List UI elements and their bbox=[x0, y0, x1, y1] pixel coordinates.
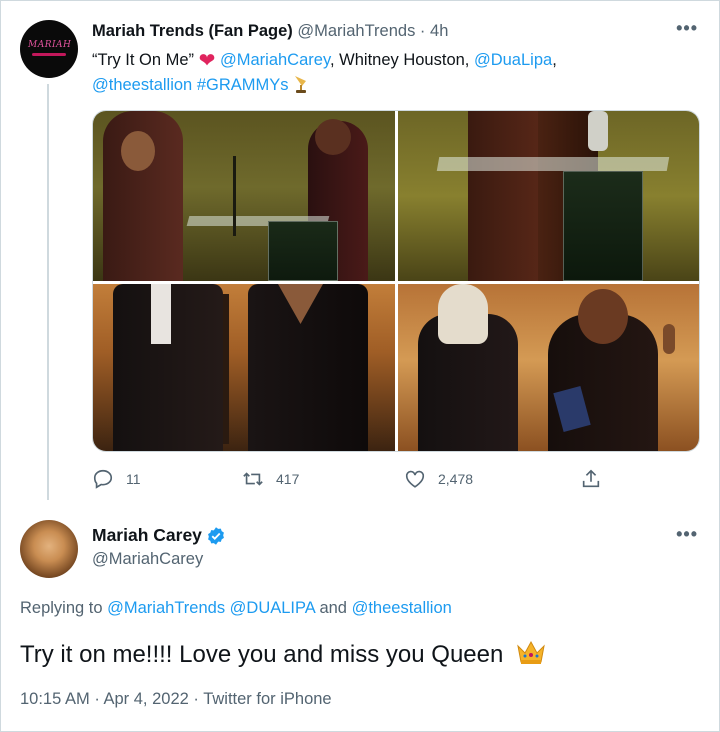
retweet-count: 417 bbox=[276, 471, 300, 487]
more-icon[interactable]: ••• bbox=[676, 18, 698, 39]
author-handle[interactable]: @MariahTrends bbox=[297, 22, 415, 40]
reply-time[interactable]: 10:15 AM bbox=[20, 690, 90, 708]
replying-label: Replying to bbox=[20, 599, 108, 617]
photo-4[interactable] bbox=[398, 284, 699, 451]
like-icon bbox=[405, 470, 425, 488]
more-icon[interactable]: ••• bbox=[676, 524, 698, 545]
author-name[interactable]: Mariah Trends (Fan Page) bbox=[92, 22, 293, 40]
tweet-text-part: , bbox=[552, 51, 557, 69]
media-grid bbox=[92, 110, 700, 452]
like-button[interactable]: 2,478 bbox=[404, 468, 473, 490]
tweet-age[interactable]: 4h bbox=[430, 22, 448, 40]
reply-author-handle[interactable]: @MariahCarey bbox=[92, 550, 203, 569]
reply-author-name[interactable]: Mariah Carey bbox=[92, 525, 202, 546]
tweet-header: Mariah Trends (Fan Page) @MariahTrends ·… bbox=[92, 22, 448, 41]
photo-3[interactable] bbox=[93, 284, 395, 451]
avatar-logo-underline bbox=[32, 53, 66, 56]
photo-1[interactable] bbox=[93, 111, 395, 281]
replying-to: Replying to @MariahTrends @DUALIPA and @… bbox=[20, 599, 452, 618]
mention-link[interactable]: @theestallion bbox=[92, 76, 192, 94]
mention-link[interactable]: @DuaLipa bbox=[474, 51, 552, 69]
reply-date[interactable]: Apr 4, 2022 bbox=[104, 690, 189, 708]
header-separator: · bbox=[419, 22, 426, 40]
share-icon bbox=[582, 469, 600, 488]
meta-dot: · bbox=[193, 690, 199, 708]
replying-mention-last[interactable]: @theestallion bbox=[352, 599, 452, 617]
reply-button[interactable]: 11 bbox=[92, 468, 141, 490]
reply-author[interactable]: Mariah Carey bbox=[92, 525, 226, 546]
retweet-button[interactable]: 417 bbox=[242, 468, 299, 490]
gramophone-emoji-icon bbox=[295, 76, 307, 93]
reply-meta: 10:15 AM · Apr 4, 2022 · Twitter for iPh… bbox=[20, 690, 332, 709]
thread-line bbox=[47, 84, 49, 500]
avatar-mariah-trends[interactable]: MARIAH bbox=[20, 20, 78, 78]
hashtag-link[interactable]: #GRAMMYs bbox=[197, 76, 289, 94]
share-button[interactable] bbox=[580, 468, 614, 490]
replying-mentions[interactable]: @MariahTrends @DUALIPA bbox=[107, 599, 315, 617]
crown-emoji-icon bbox=[517, 640, 545, 664]
tweet-text: “Try It On Me” ❤ @MariahCarey, Whitney H… bbox=[92, 48, 692, 97]
reply-text-body: Try it on me!!!! Love you and miss you Q… bbox=[20, 641, 504, 668]
meta-dot: · bbox=[94, 690, 100, 708]
mention-link[interactable]: @MariahCarey bbox=[220, 51, 330, 69]
tweet-text-part: “Try It On Me” bbox=[92, 51, 199, 69]
verified-icon bbox=[208, 526, 224, 545]
like-count: 2,478 bbox=[438, 471, 474, 487]
avatar-logo-text: MARIAH bbox=[28, 40, 72, 50]
reply-source[interactable]: Twitter for iPhone bbox=[203, 690, 331, 708]
retweet-icon bbox=[243, 472, 263, 486]
reply-icon bbox=[93, 469, 113, 489]
tweet-text-part: , Whitney Houston, bbox=[329, 51, 474, 69]
heart-emoji-icon: ❤ bbox=[198, 50, 216, 72]
reply-text: Try it on me!!!! Love you and miss you Q… bbox=[20, 638, 546, 669]
tweet-actions: 11 417 2,478 bbox=[92, 468, 612, 494]
avatar-mariah-carey[interactable] bbox=[20, 520, 78, 578]
photo-2[interactable] bbox=[398, 111, 699, 281]
reply-count: 11 bbox=[126, 471, 141, 487]
replying-and: and bbox=[314, 599, 352, 617]
